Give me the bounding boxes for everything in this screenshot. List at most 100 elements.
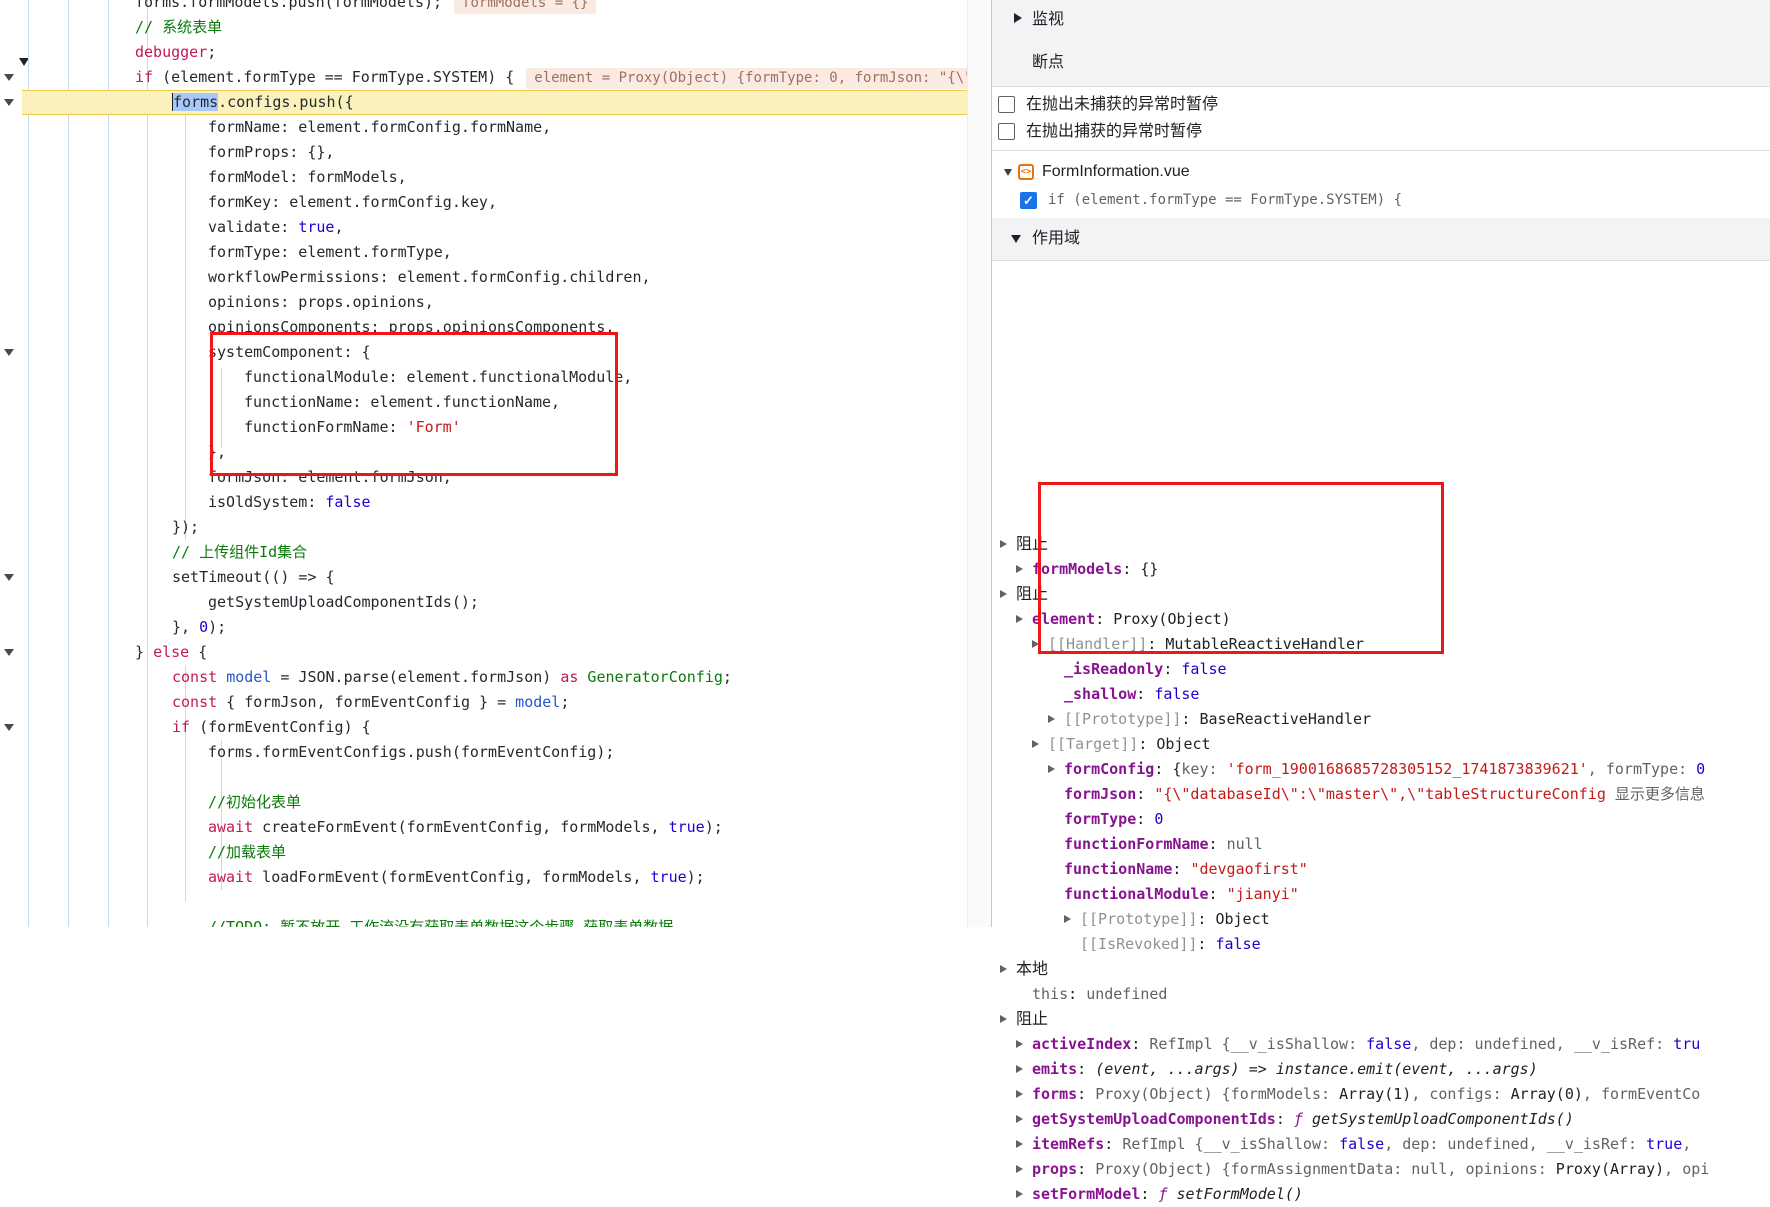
code-line[interactable]: forms.formModels.push(formModels);formMo… (0, 0, 596, 15)
scope-row[interactable]: formType: 0 (992, 807, 1770, 832)
scope-row-text: functionFormName: null (1064, 832, 1263, 857)
code-line[interactable]: // 上传组件Id集合 (0, 540, 307, 565)
scope-row[interactable]: functionalModule: "jianyi" (992, 882, 1770, 907)
tree-expand-arrow-icon[interactable] (1016, 1140, 1023, 1148)
scope-row[interactable]: 阻止 (992, 1007, 1770, 1032)
code-line[interactable]: validate: true, (0, 215, 343, 240)
scope-row[interactable]: [[Prototype]]: BaseReactiveHandler (992, 707, 1770, 732)
code-line[interactable]: }); (0, 515, 199, 540)
tree-expand-arrow-icon[interactable] (1048, 765, 1055, 773)
code-token: { (189, 643, 207, 661)
code-line[interactable]: formType: element.formType, (0, 240, 452, 265)
code-line[interactable]: await loadFormEvent(formEventConfig, for… (0, 865, 705, 890)
scope-row[interactable]: functionFormName: null (992, 832, 1770, 857)
code-line[interactable]: opinions: props.opinions, (0, 290, 434, 315)
scope-token: functionalModule (1064, 885, 1209, 903)
scope-row[interactable]: [[IsRevoked]]: false (992, 932, 1770, 957)
breakpoints-section-header[interactable]: 断点 (992, 40, 1770, 87)
scope-token: _isReadonly (1064, 660, 1163, 678)
editor-scrollbar-track[interactable] (967, 0, 992, 927)
code-token: = JSON.parse(element.formJson) (271, 668, 560, 686)
tree-expand-arrow-icon[interactable] (1016, 1190, 1023, 1198)
scope-row[interactable]: props: Proxy(Object) {formAssignmentData… (992, 1157, 1770, 1182)
code-token: false (325, 493, 370, 511)
watch-section-header[interactable]: 监视 (992, 0, 1770, 41)
scope-token: Proxy(Object) {formModels: (1095, 1085, 1339, 1103)
code-line[interactable]: //TODO: 暂不放开,工作流没有获取表单数据这个步骤,获取表单数据 (0, 915, 673, 927)
scope-token: 阻止 (1016, 1011, 1048, 1028)
breakpoint-entry-row[interactable]: ✓ if (element.formType == FormType.SYSTE… (992, 186, 1770, 214)
scope-row[interactable]: emits: (event, ...args) => instance.emit… (992, 1057, 1770, 1082)
tree-expand-arrow-icon[interactable] (1016, 1040, 1023, 1048)
code-line[interactable]: setTimeout(() => { (0, 565, 335, 590)
tree-expand-arrow-icon[interactable] (1016, 1090, 1023, 1098)
scope-row[interactable]: formJson: "{\"databaseId\":\"master\",\"… (992, 782, 1770, 807)
tree-expand-arrow-icon[interactable] (1000, 1015, 1007, 1023)
scope-row[interactable]: [[Prototype]]: Object (992, 907, 1770, 932)
scope-row[interactable]: getSystemUploadComponentIds: ƒ getSystem… (992, 1107, 1770, 1132)
gutter-fold-arrow-icon[interactable] (4, 349, 14, 356)
gutter-fold-arrow-icon[interactable] (4, 649, 14, 656)
tree-expand-arrow-icon[interactable] (1016, 1165, 1023, 1173)
scope-token: : Object (1138, 735, 1210, 753)
scope-row[interactable]: [[Target]]: Object (992, 732, 1770, 757)
scope-row[interactable]: this: undefined (992, 982, 1770, 1007)
code-line[interactable]: formKey: element.formConfig.key, (0, 190, 497, 215)
tree-expand-arrow-icon[interactable] (1000, 965, 1007, 973)
code-line[interactable]: if (element.formType == FormType.SYSTEM)… (0, 65, 967, 90)
breakpoint-file-row[interactable]: <> FormInformation.vue (992, 158, 1770, 186)
breakpoint-enabled-checkbox[interactable]: ✓ (1020, 192, 1037, 209)
scope-row[interactable]: setFormModel: ƒ setFormModel() (992, 1182, 1770, 1207)
code-token: validate: (208, 218, 298, 236)
code-line[interactable]: forms.formEventConfigs.push(formEventCon… (0, 740, 614, 765)
chevron-down-icon[interactable] (1004, 169, 1012, 176)
code-line[interactable]: const model = JSON.parse(element.formJso… (0, 665, 732, 690)
code-line[interactable]: //初始化表单 (0, 790, 301, 815)
code-line[interactable]: const { formJson, formEventConfig } = mo… (0, 690, 569, 715)
gutter-fold-arrow-icon[interactable] (4, 724, 14, 731)
code-line[interactable]: if (formEventConfig) { (0, 715, 371, 740)
code-line[interactable]: isOldSystem: false (0, 490, 371, 515)
code-line[interactable]: }, (0, 440, 226, 465)
code-line[interactable]: //加载表单 (0, 840, 286, 865)
code-token: }); (172, 518, 199, 536)
code-line[interactable]: await createFormEvent(formEventConfig, f… (0, 815, 723, 840)
code-line[interactable]: // 系统表单 (0, 15, 222, 40)
tree-expand-arrow-icon[interactable] (1048, 715, 1055, 723)
pause-uncaught-checkbox[interactable] (998, 96, 1015, 113)
code-line[interactable]: formName: element.formConfig.formName, (0, 115, 551, 140)
tree-expand-arrow-icon[interactable] (1000, 590, 1007, 598)
scope-row[interactable]: 本地 (992, 957, 1770, 982)
code-line[interactable]: formProps: {}, (0, 140, 334, 165)
code-line[interactable]: } else { (0, 640, 207, 665)
pause-caught-checkbox[interactable] (998, 123, 1015, 140)
code-line[interactable]: forms.configs.push({ (0, 90, 354, 115)
scope-token: props (1032, 1160, 1077, 1178)
code-line[interactable]: workflowPermissions: element.formConfig.… (0, 265, 651, 290)
scope-row[interactable]: _shallow: false (992, 682, 1770, 707)
scope-row[interactable]: _isReadonly: false (992, 657, 1770, 682)
tree-expand-arrow-icon[interactable] (1032, 740, 1039, 748)
tree-expand-arrow-icon[interactable] (1016, 1065, 1023, 1073)
scope-token: formJson (1064, 785, 1136, 803)
tree-expand-arrow-icon[interactable] (1016, 615, 1023, 623)
scope-row[interactable]: itemRefs: RefImpl {__v_isShallow: false,… (992, 1132, 1770, 1157)
code-line[interactable]: getSystemUploadComponentIds(); (0, 590, 479, 615)
scope-row[interactable]: functionName: "devgaofirst" (992, 857, 1770, 882)
gutter-fold-arrow-icon[interactable] (4, 574, 14, 581)
tree-expand-arrow-icon[interactable] (1000, 540, 1007, 548)
scope-section-header[interactable]: 作用域 (992, 218, 1770, 261)
code-line[interactable]: }, 0); (0, 615, 226, 640)
gutter-fold-arrow-icon[interactable] (4, 99, 14, 106)
scope-row[interactable]: formConfig: {key: 'form_1900168685728305… (992, 757, 1770, 782)
tree-expand-arrow-icon[interactable] (1064, 915, 1071, 923)
scope-row[interactable]: activeIndex: RefImpl {__v_isShallow: fal… (992, 1032, 1770, 1057)
code-line[interactable]: debugger; (0, 40, 216, 65)
tree-expand-arrow-icon[interactable] (1016, 565, 1023, 573)
scope-row[interactable]: forms: Proxy(Object) {formModels: Array(… (992, 1082, 1770, 1107)
chevron-down-icon (1011, 235, 1021, 243)
code-line[interactable]: formModel: formModels, (0, 165, 407, 190)
gutter-fold-arrow-icon[interactable] (4, 74, 14, 81)
code-token: as (560, 668, 578, 686)
tree-expand-arrow-icon[interactable] (1016, 1115, 1023, 1123)
